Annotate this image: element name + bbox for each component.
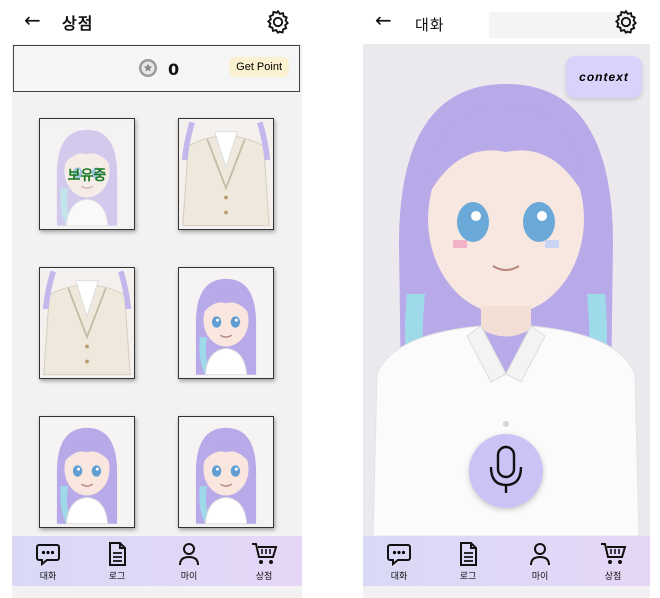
point-bar: 0 Get Point [13, 45, 300, 92]
chat-header: ← 대화 [363, 0, 650, 44]
character-portrait-image [179, 417, 273, 527]
owned-badge: 보유중 [67, 168, 107, 184]
context-button[interactable]: context [566, 56, 642, 98]
document-icon [460, 542, 477, 566]
page-title: 상점 [62, 14, 94, 33]
person-icon [530, 543, 550, 566]
nav-item-chat[interactable]: 대화 [18, 540, 78, 582]
page-title: 대화 [415, 16, 445, 34]
nav-item-shop[interactable]: 상점 [583, 540, 643, 582]
shop-item[interactable] [39, 416, 135, 528]
nav-label: 마이 [180, 572, 198, 582]
character-portrait-image [40, 417, 134, 527]
coin-icon [139, 59, 157, 77]
cart-icon [601, 543, 627, 564]
shop-screen: ← 상점 0 Get Point 보유중 대화 로그 마이 상점 [12, 0, 302, 598]
document-icon [109, 542, 126, 566]
faded-header-area [489, 12, 630, 38]
shop-header: ← 상점 [12, 0, 302, 44]
chat-icon [36, 544, 60, 567]
gear-icon[interactable] [612, 8, 640, 36]
get-point-button[interactable]: Get Point [229, 57, 289, 77]
cart-icon [252, 543, 278, 564]
nav-item-my[interactable]: 마이 [159, 540, 219, 582]
person-icon [179, 543, 199, 566]
back-arrow-icon[interactable]: ← [375, 8, 392, 32]
nav-label: 마이 [531, 572, 549, 582]
nav-label: 대화 [390, 572, 408, 582]
nav-item-log[interactable]: 로그 [438, 540, 498, 582]
nav-item-shop[interactable]: 상점 [234, 540, 294, 582]
point-count: 0 [168, 60, 180, 79]
shop-item[interactable]: 보유중 [39, 118, 135, 230]
uniform-image [179, 119, 273, 229]
nav-label: 상점 [255, 572, 273, 582]
nav-label: 로그 [108, 572, 126, 582]
character-portrait-image [179, 268, 273, 378]
nav-item-chat[interactable]: 대화 [369, 540, 429, 582]
microphone-button[interactable] [469, 434, 543, 508]
nav-label: 대화 [39, 572, 57, 582]
shop-item[interactable] [178, 416, 274, 528]
microphone-icon [489, 445, 523, 493]
shop-item-grid: 보유중 [12, 90, 302, 535]
chat-icon [387, 544, 411, 567]
back-arrow-icon[interactable]: ← [24, 8, 41, 32]
nav-label: 로그 [459, 572, 477, 582]
nav-item-my[interactable]: 마이 [510, 540, 570, 582]
shop-item[interactable] [178, 267, 274, 379]
shop-item[interactable] [39, 267, 135, 379]
nav-item-log[interactable]: 로그 [87, 540, 147, 582]
bottom-nav: 대화 로그 마이 상점 [363, 536, 650, 586]
uniform-image [40, 268, 134, 378]
nav-label: 상점 [604, 572, 622, 582]
bottom-nav: 대화 로그 마이 상점 [12, 536, 302, 586]
gear-icon[interactable] [264, 8, 292, 36]
chat-screen: ← 대화 context 대화 로그 마이 상점 [363, 0, 650, 598]
shop-item[interactable] [178, 118, 274, 230]
